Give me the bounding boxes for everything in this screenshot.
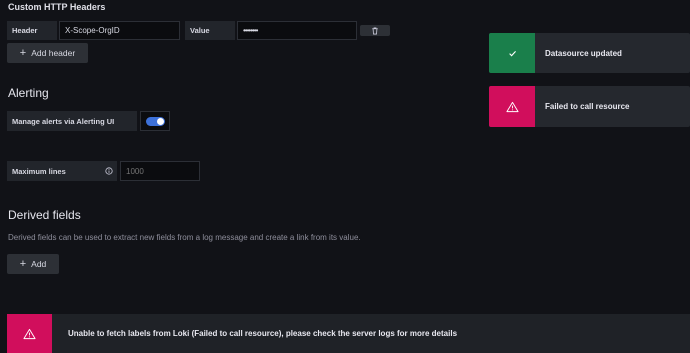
max-lines-label-box: Maximum lines	[7, 161, 117, 181]
header-label: Header	[7, 21, 57, 40]
add-derived-field-button[interactable]: + Add	[7, 254, 59, 274]
toast-success-icon-cell	[489, 33, 535, 73]
header-value-input[interactable]: ••••••••	[237, 21, 357, 40]
toggle-knob	[157, 118, 164, 125]
alerting-title: Alerting	[8, 86, 49, 100]
trash-icon	[372, 27, 378, 34]
header-name-input[interactable]: X-Scope-OrgID	[59, 21, 180, 40]
toast-success-message: Datasource updated	[545, 48, 622, 58]
toast-success[interactable]: Datasource updated	[489, 33, 690, 73]
toast-error[interactable]: Failed to call resource	[489, 86, 690, 127]
error-banner: Unable to fetch labels from Loki (Failed…	[7, 314, 690, 353]
delete-header-button[interactable]	[360, 25, 390, 36]
warning-icon	[505, 101, 519, 112]
plus-icon: +	[19, 46, 27, 59]
plus-icon: +	[19, 257, 27, 270]
max-lines-input[interactable]	[120, 161, 200, 181]
error-banner-icon-cell	[7, 314, 52, 353]
derived-fields-description: Derived fields can be used to extract ne…	[8, 233, 361, 242]
derived-fields-title: Derived fields	[8, 208, 81, 222]
warning-icon	[23, 328, 36, 339]
max-lines-label: Maximum lines	[12, 166, 66, 176]
add-header-button[interactable]: + Add header	[7, 43, 88, 63]
manage-alerts-label: Manage alerts via Alerting UI	[7, 111, 137, 131]
error-banner-message: Unable to fetch labels from Loki (Failed…	[68, 329, 458, 338]
check-icon	[508, 50, 516, 56]
add-derived-field-label: Add	[31, 259, 47, 269]
value-label: Value	[185, 21, 235, 40]
info-icon[interactable]	[105, 167, 113, 175]
toast-error-icon-cell	[489, 86, 535, 127]
toast-error-message: Failed to call resource	[545, 102, 630, 111]
manage-alerts-toggle[interactable]	[146, 117, 165, 126]
add-header-label: Add header	[31, 48, 76, 58]
custom-headers-title: Custom HTTP Headers	[8, 2, 106, 12]
